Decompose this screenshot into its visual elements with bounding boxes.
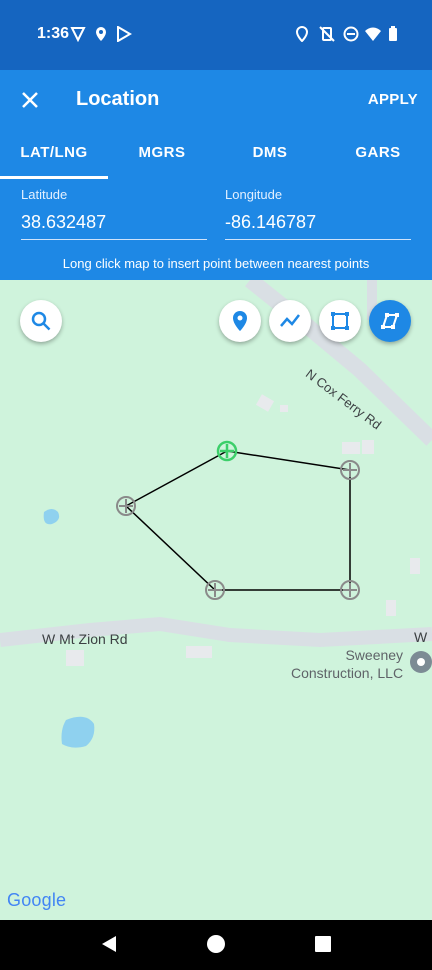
marker-icon xyxy=(233,311,247,331)
map-view[interactable]: N Cox Ferry Rd W Mt Zion Rd W M Sweeney … xyxy=(0,280,432,920)
map-canvas[interactable] xyxy=(0,280,432,920)
google-logo: Google xyxy=(7,890,67,910)
tab-mgrs[interactable]: MGRS xyxy=(108,144,216,161)
tab-indicator xyxy=(0,176,108,179)
longitude-field[interactable]: -86.146787 xyxy=(225,212,411,240)
tab-gars[interactable]: GARS xyxy=(324,144,432,161)
poi-label: Sweeney Construction, LLC xyxy=(291,646,403,682)
longitude-label: Longitude xyxy=(225,187,283,202)
selected-polygon-point xyxy=(216,440,238,462)
back-icon[interactable] xyxy=(100,934,118,954)
lake xyxy=(61,716,95,748)
do-not-disturb-icon xyxy=(343,26,359,42)
tab-dms[interactable]: DMS xyxy=(216,144,324,161)
point-mode-button[interactable] xyxy=(219,300,261,342)
pond xyxy=(43,509,60,525)
polygon-point xyxy=(116,460,360,600)
building xyxy=(255,394,275,412)
location-icon xyxy=(96,27,106,41)
home-icon[interactable] xyxy=(206,934,226,954)
search-icon xyxy=(31,311,51,331)
poi-pin-icon xyxy=(410,651,432,673)
building xyxy=(186,646,212,658)
search-button[interactable] xyxy=(20,300,62,342)
wifi-icon xyxy=(365,27,381,41)
close-icon[interactable] xyxy=(18,88,42,112)
line-mode-button[interactable] xyxy=(269,300,311,342)
rectangle-mode-button[interactable] xyxy=(319,300,361,342)
map-hint: Long click map to insert point between n… xyxy=(62,256,370,271)
rectangle-icon xyxy=(331,312,349,330)
polygon-mode-button[interactable] xyxy=(369,300,411,342)
location-status-icon xyxy=(295,26,309,42)
apply-button[interactable]: APPLY xyxy=(368,91,418,108)
building xyxy=(362,440,374,454)
polyline-icon xyxy=(280,314,300,327)
building xyxy=(386,600,396,616)
building xyxy=(410,558,420,574)
status-bar: 1:36 xyxy=(0,0,432,70)
recents-icon[interactable] xyxy=(315,936,331,952)
latitude-label: Latitude xyxy=(21,187,68,202)
building xyxy=(342,442,360,454)
mt-zion-road-label-edge: W M xyxy=(414,629,432,645)
location-app-bar: Location APPLY LAT/LNG MGRS DMS GARS Lat… xyxy=(0,70,432,280)
page-title: Location xyxy=(76,88,160,110)
status-time: 1:36 xyxy=(37,25,70,42)
tab-lat-lng[interactable]: LAT/LNG xyxy=(0,144,108,161)
mt-zion-road-label: W Mt Zion Rd xyxy=(42,631,128,647)
navigation-bar xyxy=(0,920,432,970)
building xyxy=(66,650,84,666)
latitude-field[interactable]: 38.632487 xyxy=(21,212,207,240)
poi-name-line2: Construction, LLC xyxy=(291,665,404,681)
polygon-outline xyxy=(124,450,351,591)
poi-name-line1: Sweeney xyxy=(345,647,404,663)
vpn-shield-icon xyxy=(70,27,86,42)
play-store-icon xyxy=(117,26,132,42)
vibrate-off-icon xyxy=(319,26,335,42)
building xyxy=(280,405,288,412)
polygon-icon xyxy=(381,313,399,329)
coordinate-tabs: LAT/LNG MGRS DMS GARS xyxy=(0,134,432,179)
battery-icon xyxy=(389,26,397,41)
